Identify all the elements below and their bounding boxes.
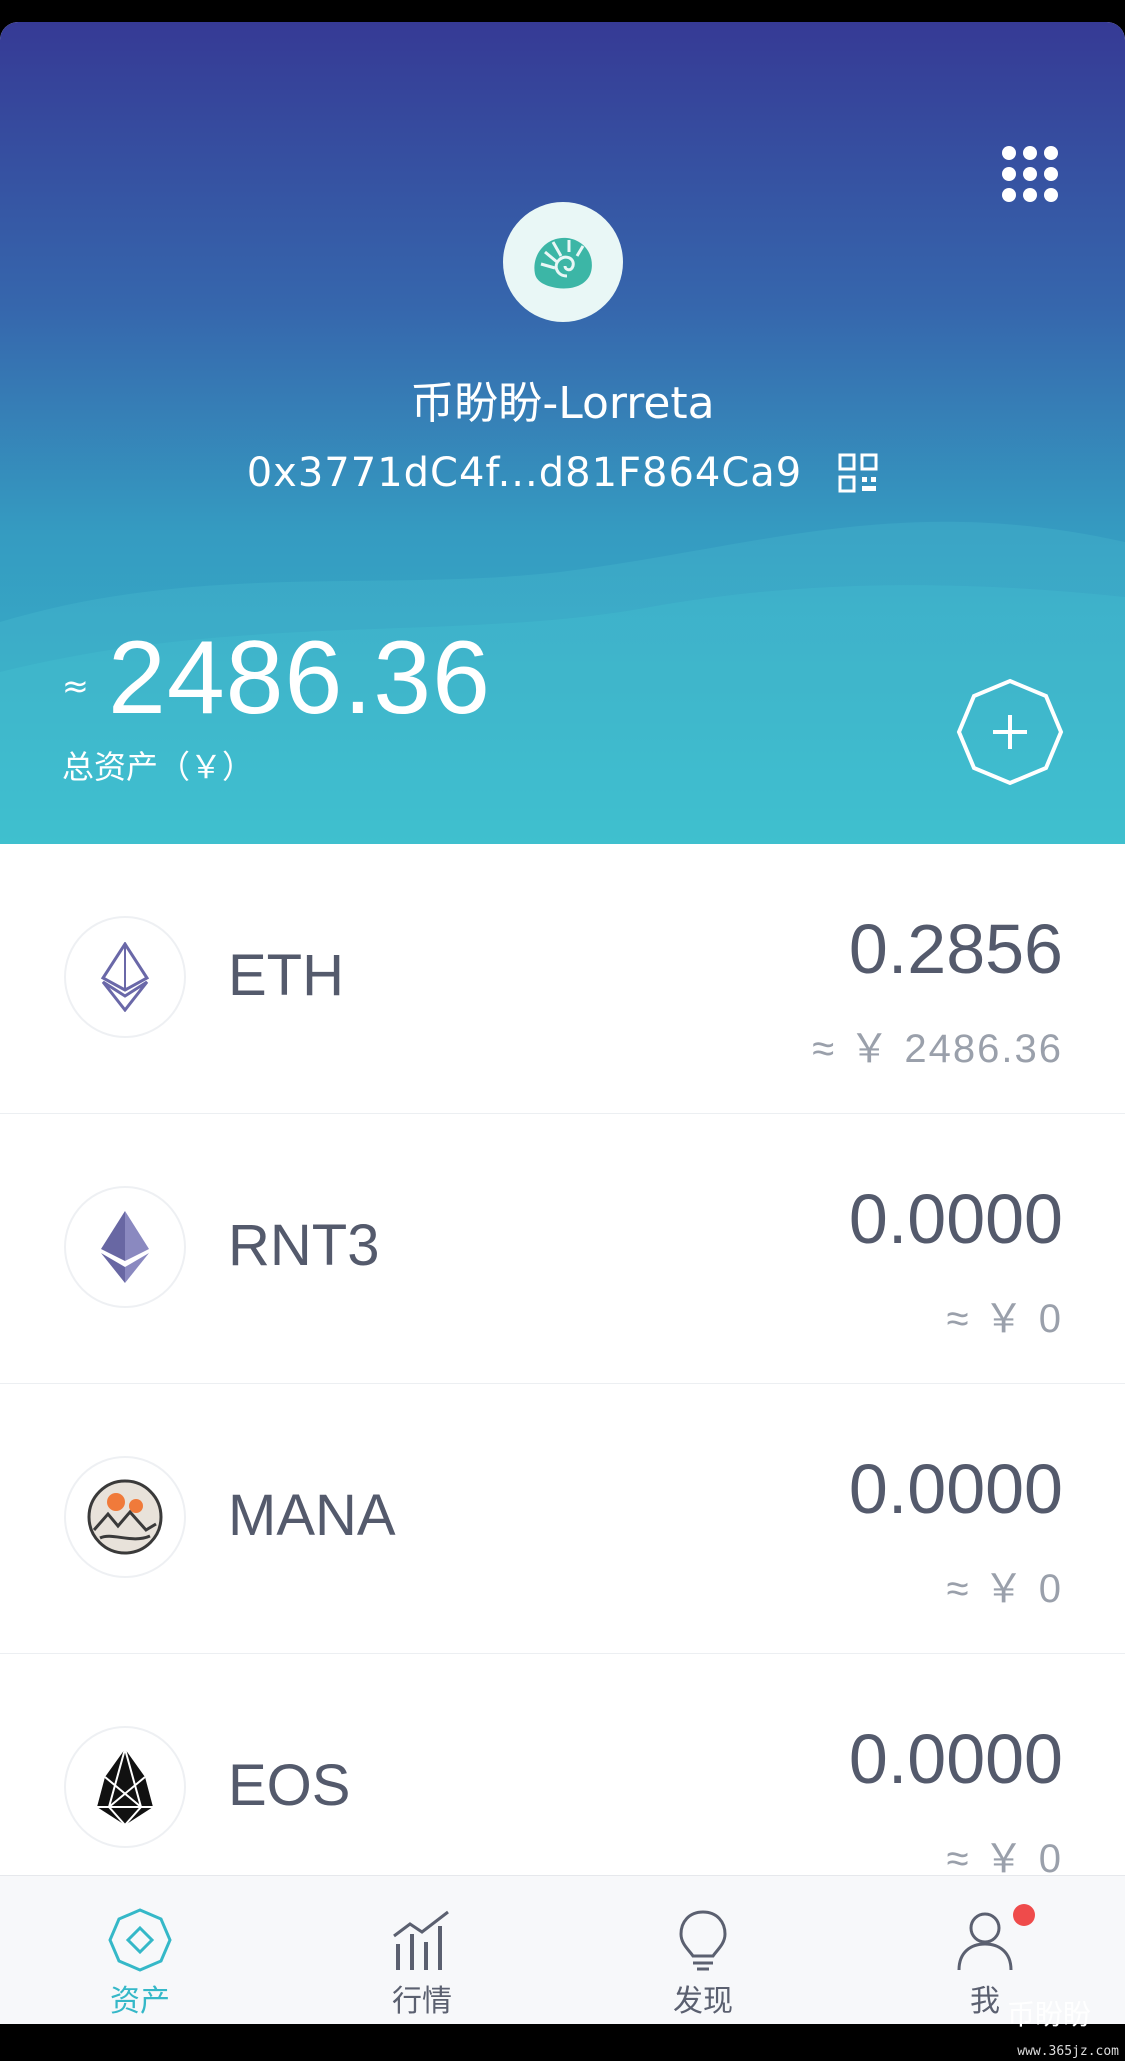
- bottom-tab-bar: 资产 行情 发现 我: [0, 1875, 1125, 2024]
- asset-amount: 0.0000: [848, 1450, 1063, 1528]
- mana-icon: [64, 1456, 186, 1578]
- tab-assets[interactable]: 资产: [50, 1876, 230, 2024]
- eth-icon: [64, 916, 186, 1038]
- wallet-avatar[interactable]: [503, 202, 623, 322]
- menu-grid-icon[interactable]: [994, 138, 1066, 210]
- assets-icon: [108, 1908, 172, 1972]
- asset-amount: 0.0000: [848, 1720, 1063, 1798]
- total-assets-value: 2486.36: [108, 620, 491, 736]
- shell-icon: [534, 237, 592, 289]
- asset-amount: 0.2856: [848, 910, 1063, 988]
- tab-label: 资产: [110, 1984, 170, 2019]
- asset-row-mana[interactable]: MANA 0.0000 ≈ ￥ 0: [0, 1384, 1125, 1654]
- asset-row-rnt3[interactable]: RNT3 0.0000 ≈ ￥ 0: [0, 1114, 1125, 1384]
- wallet-header: 币盼盼-Lorreta 0x3771dC4f...d81F864Ca9 ≈ 24…: [0, 22, 1125, 844]
- tab-market[interactable]: 行情: [332, 1876, 512, 2024]
- qr-code-icon[interactable]: [838, 453, 878, 493]
- asset-list: ETH 0.2856 ≈ ￥ 2486.36 RNT3 0.0000 ≈ ￥ 0: [0, 844, 1125, 1924]
- eos-icon: [64, 1726, 186, 1848]
- asset-fiat-value: ≈ ￥ 2486.36: [812, 1027, 1063, 1071]
- asset-symbol: EOS: [228, 1753, 351, 1818]
- asset-fiat-value: ≈ ￥ 0: [946, 1297, 1063, 1341]
- wallet-screen: 币盼盼-Lorreta 0x3771dC4f...d81F864Ca9 ≈ 24…: [0, 22, 1125, 2024]
- address-row: 0x3771dC4f...d81F864Ca9: [0, 450, 1125, 496]
- tab-label: 发现: [673, 1984, 733, 2019]
- lightbulb-icon: [679, 1910, 727, 1971]
- asset-symbol: RNT3: [228, 1213, 380, 1278]
- asset-row-eth[interactable]: ETH 0.2856 ≈ ￥ 2486.36: [0, 844, 1125, 1114]
- asset-fiat-value: ≈ ￥ 0: [946, 1567, 1063, 1611]
- tab-discover[interactable]: 发现: [613, 1876, 793, 2024]
- watermark-text: 币盼盼: [1006, 1998, 1091, 2031]
- asset-symbol: ETH: [228, 943, 344, 1008]
- wallet-name[interactable]: 币盼盼-Lorreta: [0, 367, 1125, 431]
- watermark-url: www.365jz.com: [1017, 2044, 1119, 2059]
- asset-symbol: MANA: [228, 1483, 396, 1548]
- approx-symbol: ≈: [62, 667, 89, 705]
- wallet-address[interactable]: 0x3771dC4f...d81F864Ca9: [247, 450, 803, 496]
- total-assets-label: 总资产（￥）: [62, 748, 255, 786]
- tab-label: 行情: [392, 1984, 452, 2019]
- notification-badge: [1013, 1904, 1035, 1926]
- rnt3-icon: [64, 1186, 186, 1308]
- add-token-button[interactable]: [955, 677, 1065, 787]
- asset-amount: 0.0000: [848, 1180, 1063, 1258]
- market-chart-icon: [393, 1910, 449, 1970]
- user-icon: [957, 1912, 1013, 1971]
